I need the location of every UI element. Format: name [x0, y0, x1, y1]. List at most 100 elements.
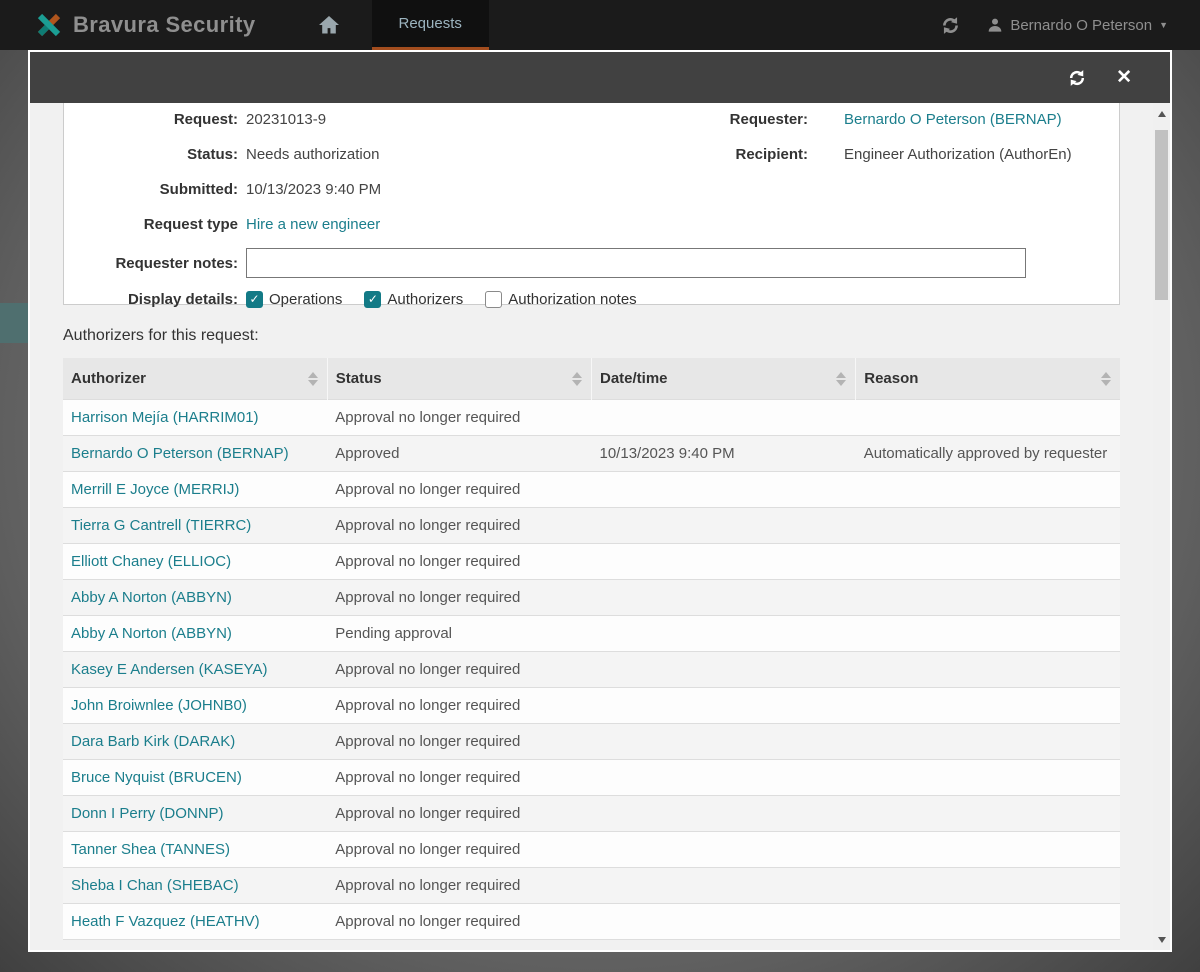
- row-datetime: 10/13/2023 9:40 PM: [591, 435, 856, 472]
- authorizer-link[interactable]: Heath F Vazquez (HEATHV): [71, 913, 260, 930]
- checkbox-icon: ✓: [246, 290, 263, 308]
- status-label: Status:: [187, 145, 238, 163]
- row-reason: [855, 831, 1120, 868]
- scrollbar-down-arrow[interactable]: [1153, 931, 1170, 948]
- row-datetime: [591, 399, 856, 436]
- authorizer-link[interactable]: Merrill E Joyce (MERRIJ): [71, 481, 239, 498]
- authorizer-row: Abby A Norton (ABBYN) Approval no longer…: [63, 579, 1120, 616]
- authorizer-link[interactable]: Sheba I Chan (SHEBAC): [71, 877, 239, 894]
- authorizer-link[interactable]: John Broiwnlee (JOHNB0): [71, 697, 247, 714]
- authorizer-link[interactable]: Donn I Perry (DONNP): [71, 805, 224, 822]
- refresh-icon: [1067, 68, 1087, 88]
- row-status: Approval no longer required: [327, 903, 592, 940]
- row-status: Approval no longer required: [327, 543, 592, 580]
- user-name: Bernardo O Peterson: [1010, 16, 1153, 34]
- authorizer-link[interactable]: Tierra G Cantrell (TIERRC): [71, 517, 251, 534]
- navbar-refresh-button[interactable]: [940, 15, 961, 36]
- checkbox-label: Operations: [269, 290, 343, 308]
- column-header-datetime[interactable]: Date/time: [590, 358, 856, 400]
- sort-icon: [836, 371, 847, 386]
- sort-icon: [307, 371, 318, 386]
- column-header-reason[interactable]: Reason: [855, 358, 1120, 400]
- row-status: Approval no longer required: [327, 723, 592, 760]
- column-header-status[interactable]: Status: [326, 358, 592, 400]
- authorizer-row: Merrill E Joyce (MERRIJ) Approval no lon…: [63, 471, 1120, 508]
- caret-down-icon: ▼: [1159, 20, 1168, 30]
- brand: Bravura Security: [34, 0, 256, 50]
- request-type-link[interactable]: Hire a new engineer: [246, 216, 380, 233]
- user-menu[interactable]: Bernardo O Peterson ▼: [987, 17, 1168, 34]
- authorizer-link[interactable]: Abby A Norton (ABBYN): [71, 625, 232, 642]
- authorizer-row: Heath F Vazquez (HEATHV) Approval no lon…: [63, 903, 1120, 940]
- modal-refresh-button[interactable]: [1067, 68, 1087, 88]
- user-icon: [987, 17, 1003, 33]
- column-label: Reason: [864, 370, 919, 387]
- requester-label: Requester:: [729, 110, 808, 128]
- display-checkbox[interactable]: ✓ Operations: [246, 290, 343, 308]
- row-reason: [855, 903, 1120, 940]
- authorizer-link[interactable]: Kasey E Andersen (KASEYA): [71, 661, 268, 678]
- display-details-options: ✓ Operations ✓ Authorizers ✓ Authorizati…: [246, 290, 637, 308]
- display-checkbox[interactable]: ✓ Authorization notes: [485, 290, 637, 308]
- row-reason: [855, 471, 1120, 508]
- authorizer-link[interactable]: Abby A Norton (ABBYN): [71, 589, 232, 606]
- scrollbar-thumb[interactable]: [1155, 130, 1168, 300]
- row-status: Approval no longer required: [327, 399, 592, 436]
- requester-notes-input[interactable]: [246, 248, 1026, 278]
- modal-scrollbar[interactable]: [1153, 103, 1170, 950]
- request-details-panel: Request: 20231013-9 Requester: Bernardo …: [63, 103, 1120, 308]
- row-reason: [855, 507, 1120, 544]
- authorizer-row: Tanner Shea (TANNES) Approval no longer …: [63, 831, 1120, 868]
- authorizer-row: Kasey E Andersen (KASEYA) Approval no lo…: [63, 651, 1120, 688]
- request-value: 20231013-9: [246, 110, 327, 128]
- row-reason: [855, 615, 1120, 652]
- authorizer-link[interactable]: Elliott Chaney (ELLIOC): [71, 553, 231, 570]
- row-reason: [855, 651, 1120, 688]
- authorizers-title: Authorizers for this request:: [63, 327, 259, 344]
- column-header-authorizer[interactable]: Authorizer: [63, 358, 328, 400]
- scrollbar-up-arrow[interactable]: [1153, 105, 1170, 122]
- navbar-right: Bernardo O Peterson ▼: [940, 0, 1168, 50]
- modal-close-button[interactable]: ✕: [1116, 66, 1132, 89]
- row-datetime: [591, 831, 856, 868]
- column-label: Status: [335, 370, 382, 387]
- authorizer-row: Donn I Perry (DONNP) Approval no longer …: [63, 795, 1120, 832]
- request-details-modal: ✕ Request: 20231013-9 Requester: Bernard…: [28, 50, 1172, 952]
- authorizer-link[interactable]: Bruce Nyquist (BRUCEN): [71, 769, 242, 786]
- sort-icon: [572, 371, 582, 386]
- modal-header: ✕: [30, 52, 1170, 103]
- tab-requests[interactable]: Requests: [371, 0, 489, 50]
- checkbox-label: Authorizers: [387, 290, 464, 308]
- top-navbar: Bravura Security Requests Bernardo O Pet…: [0, 0, 1200, 50]
- row-status: Approval no longer required: [327, 471, 592, 508]
- authorizer-link[interactable]: Bernardo O Peterson (BERNAP): [71, 445, 289, 462]
- authorizer-row: Dara Barb Kirk (DARAK) Approval no longe…: [63, 723, 1120, 760]
- row-reason: [855, 723, 1120, 760]
- checkbox-icon: ✓: [364, 290, 382, 308]
- row-status: Approval no longer required: [327, 867, 592, 904]
- request-type-label: Request type: [143, 215, 238, 233]
- authorizer-row: Elliott Chaney (ELLIOC) Approval no long…: [63, 543, 1120, 580]
- authorizers-table: Authorizer Status Date/time Reason Harri…: [63, 358, 1120, 940]
- display-details-label: Display details:: [127, 290, 238, 308]
- triangle-down-icon: [1157, 936, 1166, 943]
- authorizer-link[interactable]: Dara Barb Kirk (DARAK): [71, 733, 235, 750]
- status-field: Status: Needs authorization Recipient: E…: [64, 143, 1119, 165]
- authorizer-link[interactable]: Tanner Shea (TANNES): [71, 841, 230, 858]
- recipient-label: Recipient:: [735, 145, 808, 163]
- authorizer-row: Abby A Norton (ABBYN) Pending approval: [63, 615, 1120, 652]
- submitted-label: Submitted:: [159, 180, 238, 198]
- checkbox-label: Authorization notes: [508, 290, 637, 308]
- submitted-value: 10/13/2023 9:40 PM: [246, 180, 382, 198]
- request-type-field: Request type Hire a new engineer: [64, 213, 1119, 235]
- checkbox-icon: ✓: [485, 290, 503, 308]
- requester-link[interactable]: Bernardo O Peterson (BERNAP): [844, 111, 1062, 128]
- requester-notes-label: Requester notes:: [115, 254, 238, 272]
- brand-name: Bravura Security: [73, 12, 256, 37]
- home-button[interactable]: [304, 0, 354, 50]
- display-checkbox[interactable]: ✓ Authorizers: [364, 290, 464, 308]
- authorizer-link[interactable]: Harrison Mejía (HARRIM01): [71, 409, 259, 426]
- row-status: Approval no longer required: [327, 507, 592, 544]
- close-icon: ✕: [1116, 67, 1132, 88]
- column-label: Authorizer: [71, 370, 146, 387]
